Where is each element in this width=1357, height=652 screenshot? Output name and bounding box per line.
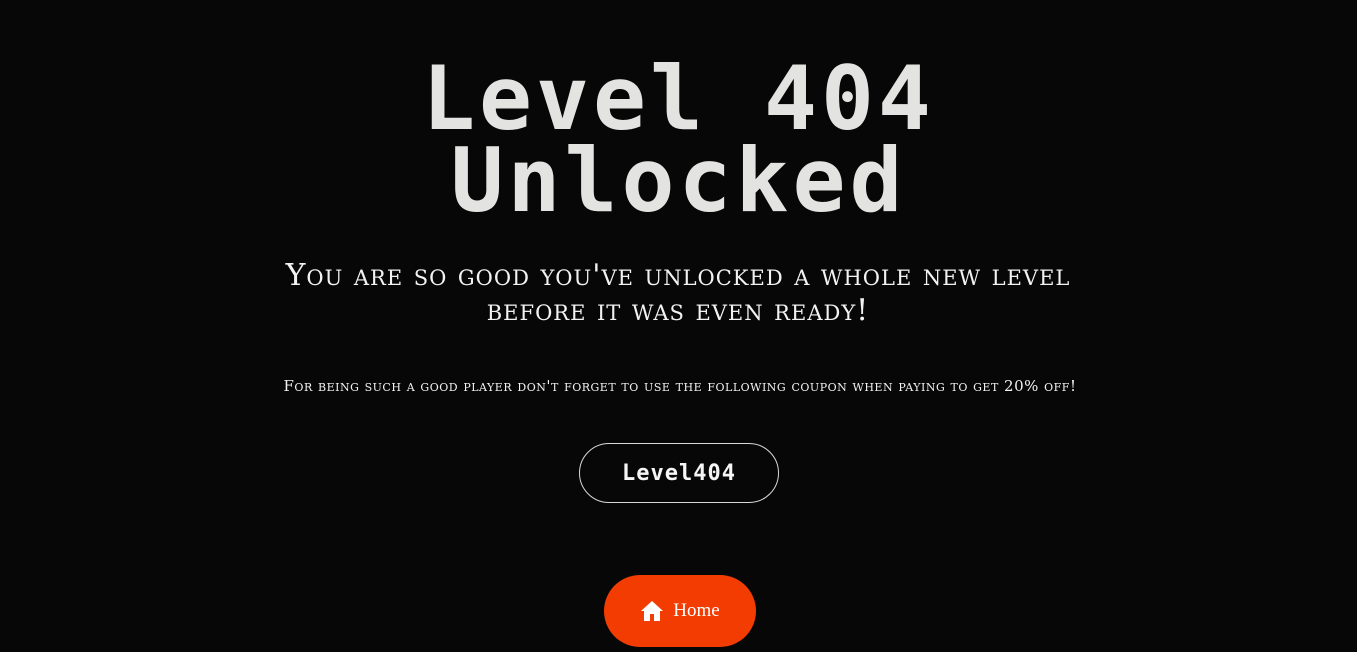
home-icon (640, 600, 664, 622)
coupon-note: For being such a good player don't forge… (283, 377, 1077, 395)
page-title-line-2: Unlocked (450, 129, 907, 232)
home-button-label: Home (673, 600, 720, 621)
coupon-code[interactable]: Level404 (579, 443, 779, 503)
page-title-line-1: Level 404 (422, 47, 935, 150)
home-button[interactable]: Home (604, 575, 756, 647)
subtitle: You are so good you've unlocked a whole … (285, 258, 1071, 328)
